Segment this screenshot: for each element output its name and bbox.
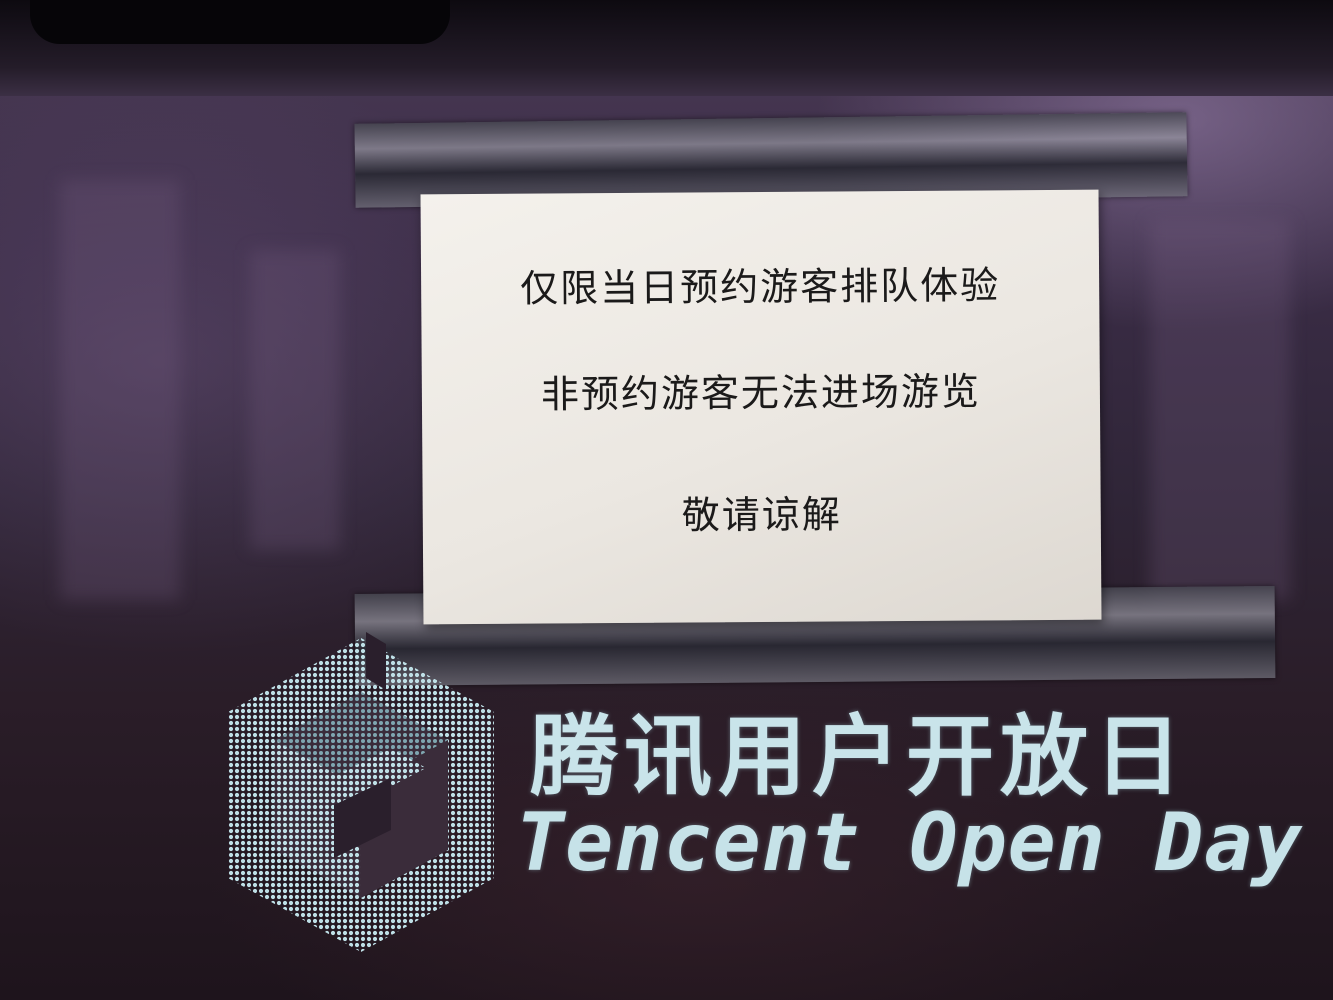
background-blur <box>1150 220 1290 600</box>
background-blur <box>250 250 340 550</box>
hexagon-cube-logo-icon <box>228 632 494 952</box>
top-frame-edge <box>30 0 450 44</box>
photo-scene: 仅限当日预约游客排队体验 非预约游客无法进场游览 敬请谅解 腾讯用户开放日 Te… <box>0 0 1333 1000</box>
notice-line-1: 仅限当日预约游客排队体验 <box>519 263 1001 311</box>
notice-line-2: 非预约游客无法进场游览 <box>540 369 982 417</box>
background-blur <box>60 180 180 600</box>
top-frame <box>0 0 1333 96</box>
notice-paper: 仅限当日预约游客排队体验 非预约游客无法进场游览 敬请谅解 <box>420 189 1102 625</box>
notice-line-3: 敬请谅解 <box>681 492 842 538</box>
brand-name-english: Tencent Open Day <box>516 796 1303 889</box>
brand-name-chinese: 腾讯用户开放日 <box>530 705 1189 808</box>
